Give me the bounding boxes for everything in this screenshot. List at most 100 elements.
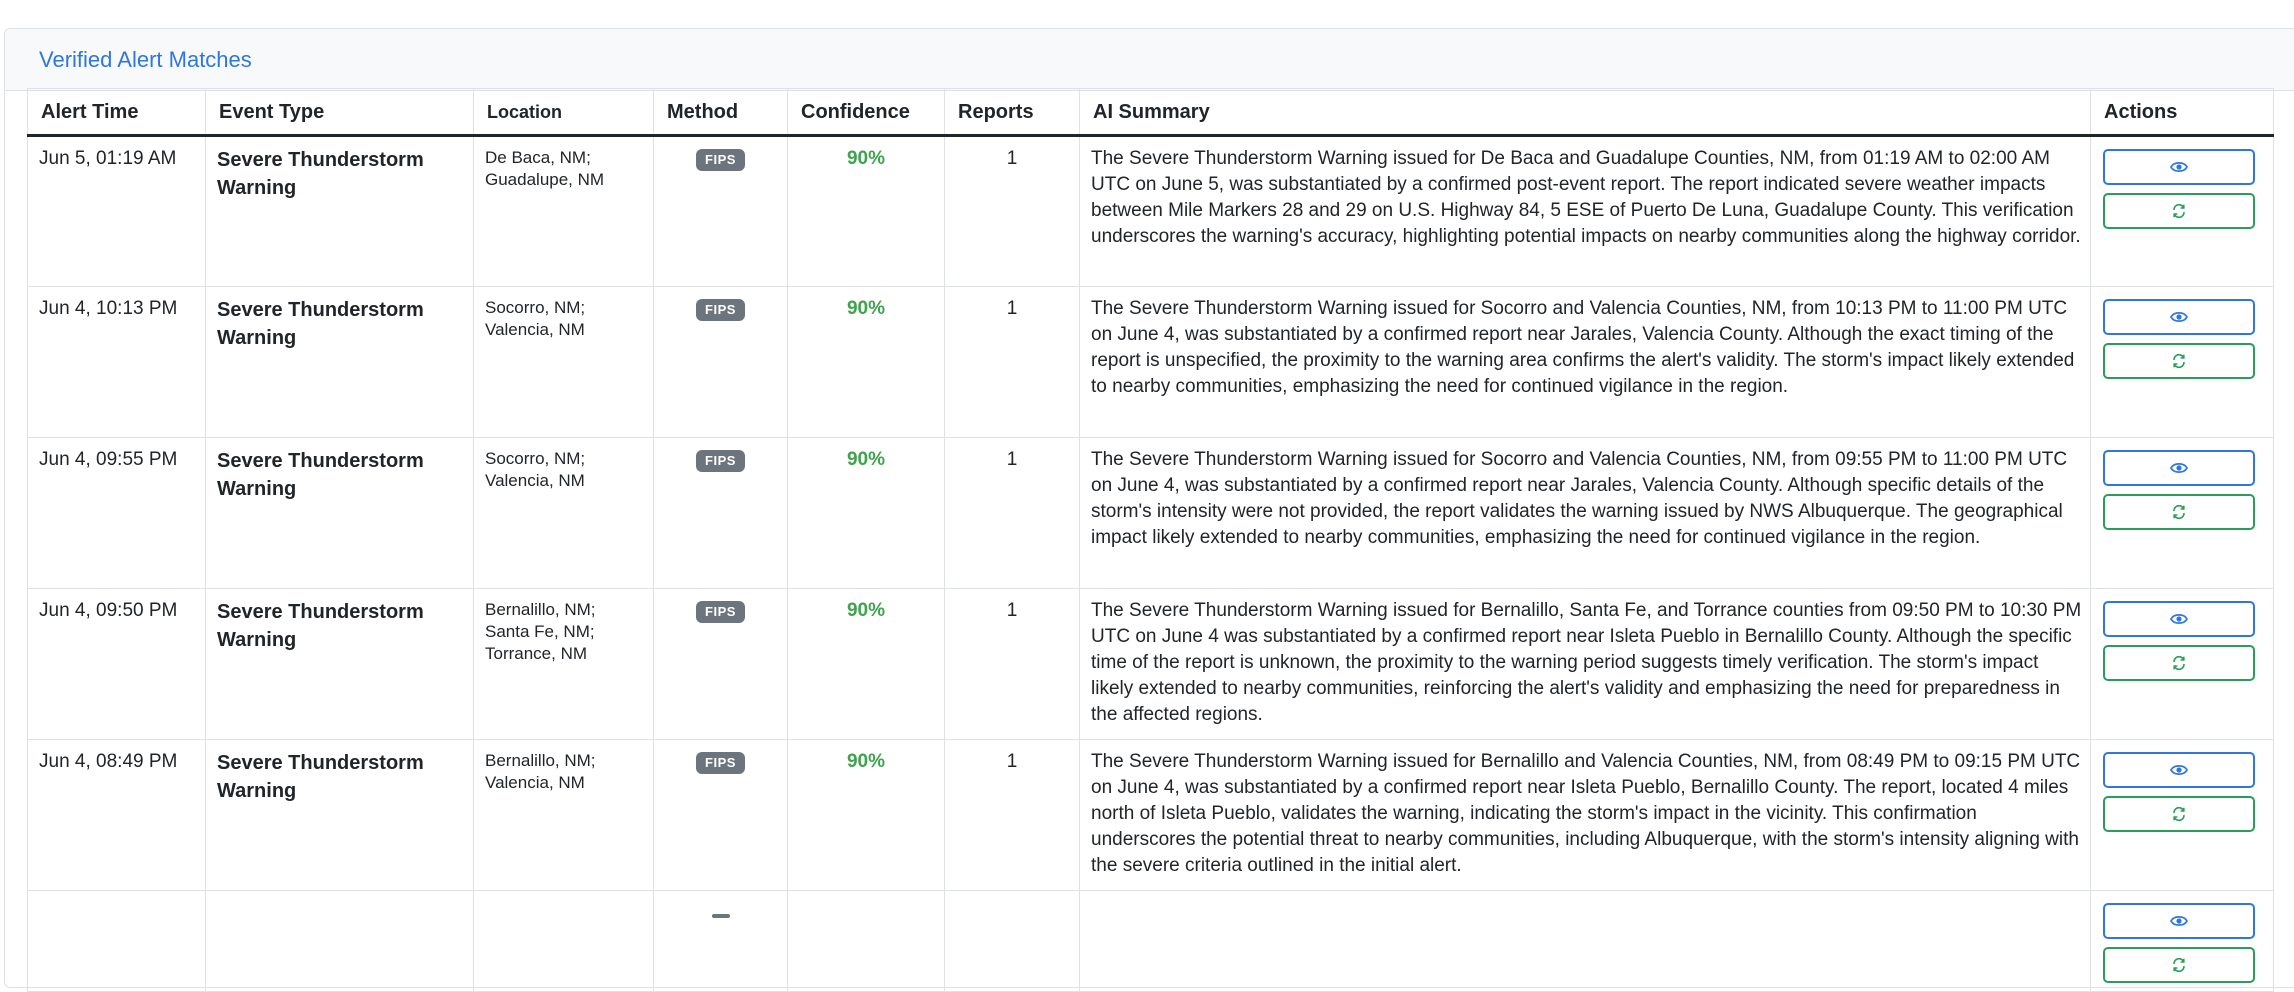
event-type: Severe Thunderstorm Warning xyxy=(217,149,424,199)
ai-summary-cell: The Severe Thunderstorm Warning issued f… xyxy=(1079,286,2091,438)
confidence-value: 90% xyxy=(846,751,886,772)
header-event-type[interactable]: Event Type xyxy=(205,88,474,137)
eye-icon xyxy=(2170,612,2188,626)
header-actions: Actions xyxy=(2090,88,2274,137)
location-cell: De Baca, NM; Guadalupe, NM xyxy=(473,135,654,287)
reverify-button[interactable] xyxy=(2103,193,2255,229)
header-reports[interactable]: Reports xyxy=(944,88,1080,137)
confidence-cell: 90% xyxy=(787,135,945,287)
ai-summary-text: The Severe Thunderstorm Warning issued f… xyxy=(1091,449,2068,548)
card-title: Verified Alert Matches xyxy=(39,46,252,72)
location-cell: Socorro, NM; Valencia, NM xyxy=(473,286,654,438)
refresh-icon xyxy=(2171,203,2187,219)
refresh-icon xyxy=(2171,806,2187,822)
alerts-table: Alert Time Event Type Location Method Co… xyxy=(27,88,2274,992)
reports-count: 1 xyxy=(1006,298,1018,319)
event-type-cell: Severe Thunderstorm Warning xyxy=(205,286,474,438)
table-row: Jun 4, 09:50 PM Severe Thunderstorm Warn… xyxy=(27,588,2274,740)
method-cell: FIPS xyxy=(653,135,788,287)
reverify-button[interactable] xyxy=(2103,343,2255,379)
table-row: Jun 4, 09:55 PM Severe Thunderstorm Warn… xyxy=(27,437,2274,589)
confidence-cell: 90% xyxy=(787,286,945,438)
method-cell: FIPS xyxy=(653,739,788,891)
event-type-cell: Severe Thunderstorm Warning xyxy=(205,135,474,287)
eye-icon xyxy=(2170,914,2188,928)
reports-cell xyxy=(944,890,1080,992)
view-button[interactable] xyxy=(2103,450,2255,486)
location-line: Socorro, NM; xyxy=(485,298,586,317)
ai-summary-cell: The Severe Thunderstorm Warning issued f… xyxy=(1079,739,2091,891)
view-button[interactable] xyxy=(2103,903,2255,939)
location-line: Bernalillo, NM; xyxy=(485,600,596,619)
method-badge: FIPS xyxy=(696,149,745,171)
confidence-value: 90% xyxy=(846,298,886,319)
location-line: Torrance, NM xyxy=(485,644,588,663)
actions-cell xyxy=(2090,135,2274,287)
location-line: Socorro, NM; xyxy=(485,449,586,468)
header-ai-summary[interactable]: AI Summary xyxy=(1079,88,2091,137)
refresh-icon xyxy=(2171,655,2187,671)
alert-time-cell: Jun 4, 08:49 PM xyxy=(27,739,206,891)
event-type-cell: Severe Thunderstorm Warning xyxy=(205,588,474,740)
location-line: Bernalillo, NM; xyxy=(485,751,596,770)
reports-cell: 1 xyxy=(944,135,1080,287)
reports-count: 1 xyxy=(1006,751,1018,772)
alert-time-cell: Jun 5, 01:19 AM xyxy=(27,135,206,287)
method-cell: FIPS xyxy=(653,588,788,740)
eye-icon xyxy=(2170,763,2188,777)
event-type: Severe Thunderstorm Warning xyxy=(217,450,424,500)
reverify-button[interactable] xyxy=(2103,494,2255,530)
confidence-cell: 90% xyxy=(787,588,945,740)
location-lines: Socorro, NM; Valencia, NM xyxy=(485,297,642,341)
alert-time: Jun 5, 01:19 AM xyxy=(39,148,177,169)
location-line: Valencia, NM xyxy=(485,773,585,792)
ai-summary-text: The Severe Thunderstorm Warning issued f… xyxy=(1091,751,2081,876)
alert-time: Jun 4, 08:49 PM xyxy=(39,751,178,772)
reverify-button[interactable] xyxy=(2103,796,2255,832)
event-type: Severe Thunderstorm Warning xyxy=(217,299,424,349)
header-alert-time[interactable]: Alert Time xyxy=(27,88,206,137)
reports-cell: 1 xyxy=(944,437,1080,589)
eye-icon xyxy=(2170,461,2188,475)
location-cell: Bernalillo, NM; Valencia, NM xyxy=(473,739,654,891)
location-lines: De Baca, NM; Guadalupe, NM xyxy=(485,147,642,191)
reverify-button[interactable] xyxy=(2103,947,2255,983)
actions-cell xyxy=(2090,286,2274,438)
view-button[interactable] xyxy=(2103,299,2255,335)
event-type: Severe Thunderstorm Warning xyxy=(217,601,424,651)
event-type-cell xyxy=(205,890,474,992)
table-row-partial xyxy=(27,890,2274,992)
view-button[interactable] xyxy=(2103,752,2255,788)
location-cell xyxy=(473,890,654,992)
method-cell: FIPS xyxy=(653,437,788,589)
actions-cell xyxy=(2090,588,2274,740)
actions-cell xyxy=(2090,437,2274,589)
header-confidence[interactable]: Confidence xyxy=(787,88,945,137)
event-type: Severe Thunderstorm Warning xyxy=(217,752,424,802)
ai-summary-cell: The Severe Thunderstorm Warning issued f… xyxy=(1079,135,2091,287)
location-lines: Bernalillo, NM; Santa Fe, NM; Torrance, NM xyxy=(485,599,642,665)
event-type-cell: Severe Thunderstorm Warning xyxy=(205,739,474,891)
reports-cell: 1 xyxy=(944,286,1080,438)
view-button[interactable] xyxy=(2103,601,2255,637)
ai-summary-text: The Severe Thunderstorm Warning issued f… xyxy=(1091,148,2081,247)
header-method[interactable]: Method xyxy=(653,88,788,137)
method-badge xyxy=(711,914,730,918)
reports-count: 1 xyxy=(1006,148,1018,169)
alert-time: Jun 4, 09:50 PM xyxy=(39,600,178,621)
location-lines: Socorro, NM; Valencia, NM xyxy=(485,448,642,492)
confidence-value: 90% xyxy=(846,600,886,621)
alert-time-cell: Jun 4, 09:50 PM xyxy=(27,588,206,740)
refresh-icon xyxy=(2171,504,2187,520)
view-button[interactable] xyxy=(2103,149,2255,185)
eye-icon xyxy=(2170,160,2188,174)
card-header: Verified Alert Matches xyxy=(5,29,2294,91)
event-type-cell: Severe Thunderstorm Warning xyxy=(205,437,474,589)
header-location[interactable]: Location xyxy=(473,88,654,137)
reverify-button[interactable] xyxy=(2103,645,2255,681)
confidence-cell: 90% xyxy=(787,739,945,891)
ai-summary-cell: The Severe Thunderstorm Warning issued f… xyxy=(1079,437,2091,589)
location-line: Guadalupe, NM xyxy=(485,170,605,189)
ai-summary-text: The Severe Thunderstorm Warning issued f… xyxy=(1091,298,2075,397)
eye-icon xyxy=(2170,310,2188,324)
